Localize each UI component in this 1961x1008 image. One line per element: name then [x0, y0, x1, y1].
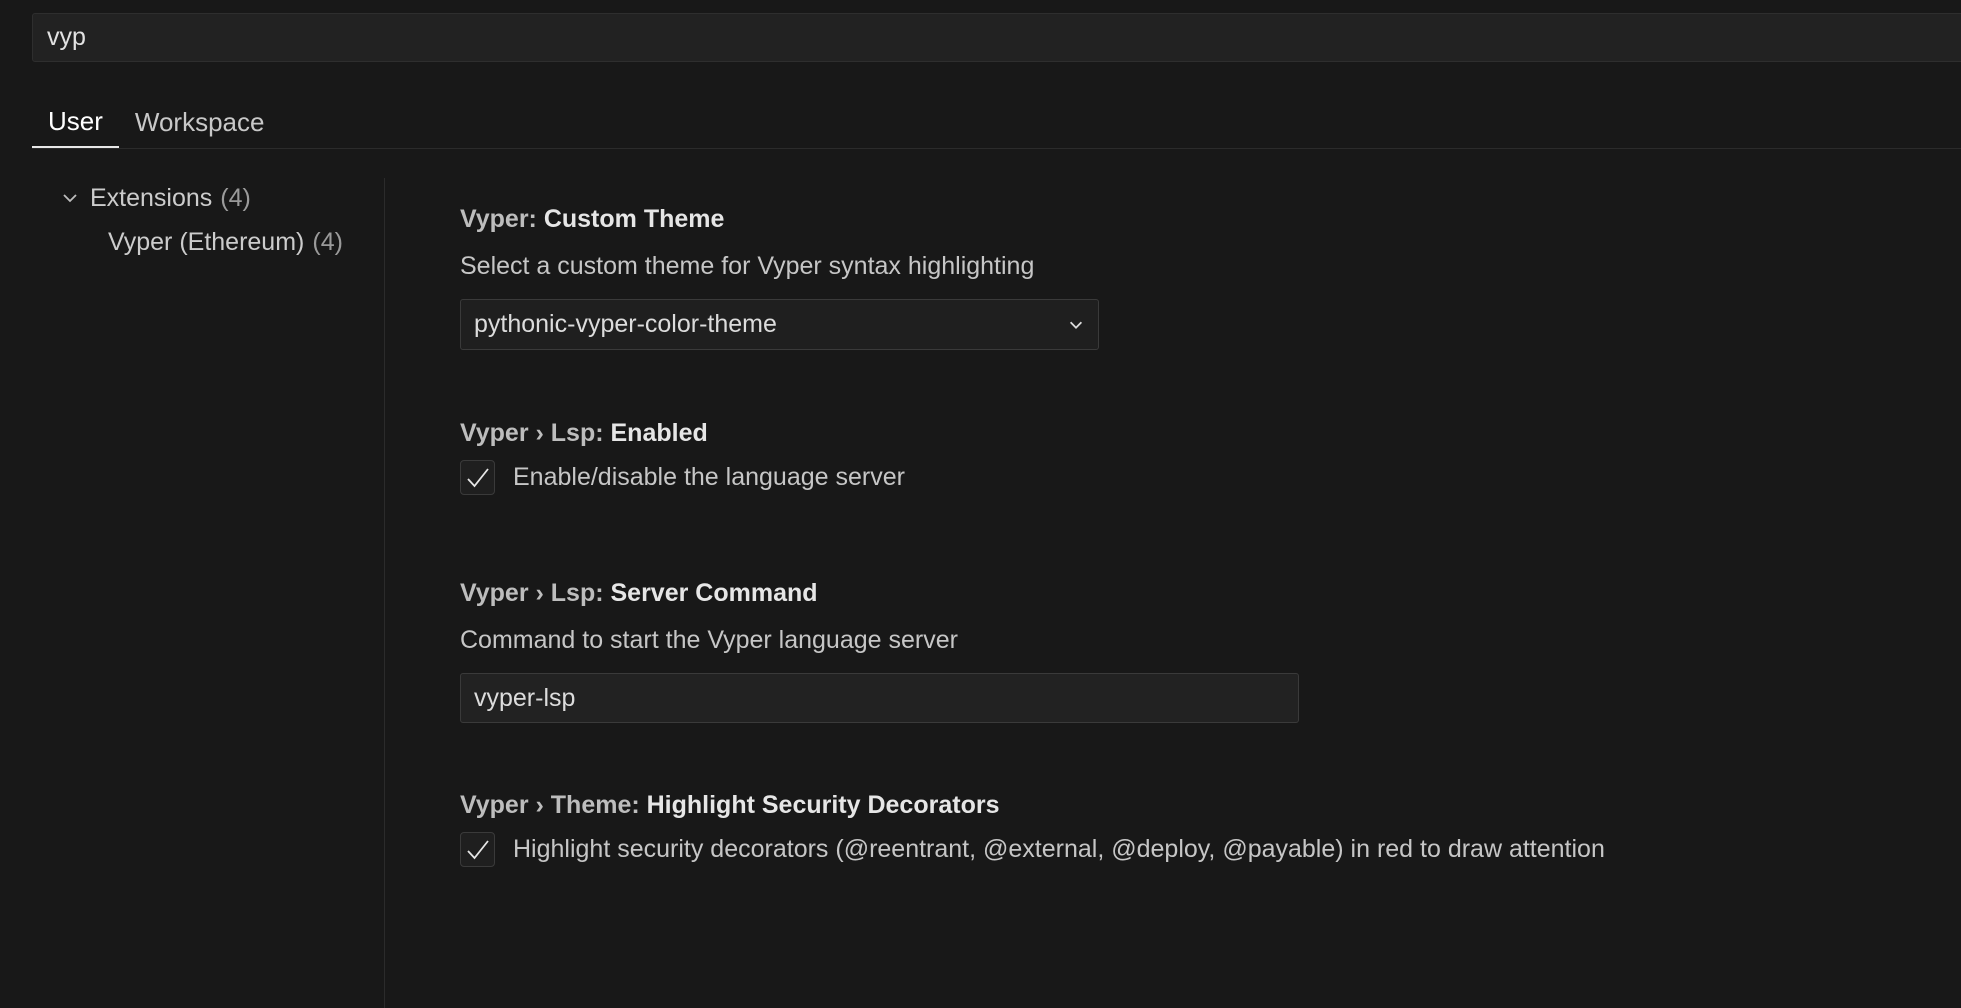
- setting-category: Vyper:: [460, 205, 544, 233]
- setting-title: Vyper: Custom Theme: [460, 205, 1099, 234]
- setting-name: Server Command: [610, 579, 818, 607]
- setting-name: Enabled: [610, 419, 708, 447]
- setting-highlight-security: Vyper › Theme: Highlight Security Decora…: [460, 791, 1605, 867]
- settings-editor: User Workspace Extensions (4) Vyper (Eth…: [0, 0, 1961, 1008]
- settings-search-box[interactable]: [32, 13, 1961, 62]
- toc-divider: [384, 178, 385, 1008]
- lsp-enabled-checkbox[interactable]: [460, 460, 495, 495]
- checkbox-label: Enable/disable the language server: [513, 463, 905, 491]
- checkbox-row: Enable/disable the language server: [460, 460, 905, 495]
- setting-description: Select a custom theme for Vyper syntax h…: [460, 252, 1035, 280]
- setting-name: Highlight Security Decorators: [646, 791, 1000, 819]
- input-value: vyper-lsp: [474, 683, 576, 712]
- check-icon: [466, 467, 489, 487]
- setting-title: Vyper › Lsp: Server Command: [460, 579, 1299, 608]
- tab-workspace[interactable]: Workspace: [119, 96, 281, 148]
- tabs-divider: [32, 148, 1961, 149]
- scope-tabs: User Workspace: [32, 96, 280, 149]
- toc-group-label: Extensions: [90, 183, 213, 212]
- custom-theme-select[interactable]: pythonic-vyper-color-theme: [460, 299, 1099, 350]
- setting-category: Vyper › Lsp:: [460, 579, 611, 607]
- setting-title: Vyper › Theme: Highlight Security Decora…: [460, 791, 1605, 820]
- toc-item-extensions[interactable]: Extensions (4): [60, 178, 251, 218]
- checkbox-row: Highlight security decorators (@reentran…: [460, 832, 1605, 867]
- setting-custom-theme: Vyper: Custom Theme Select a custom them…: [460, 205, 1099, 350]
- settings-search-input[interactable]: [47, 14, 1847, 61]
- toc-child-label: Vyper (Ethereum): [108, 227, 305, 256]
- setting-category: Vyper › Lsp:: [460, 419, 611, 447]
- setting-lsp-enabled: Vyper › Lsp: Enabled Enable/disable the …: [460, 419, 905, 495]
- setting-title: Vyper › Lsp: Enabled: [460, 419, 905, 448]
- tab-user[interactable]: User: [32, 96, 119, 148]
- server-command-input[interactable]: vyper-lsp: [460, 673, 1299, 723]
- highlight-security-checkbox[interactable]: [460, 832, 495, 867]
- chevron-down-icon: [63, 194, 77, 203]
- setting-category: Vyper › Theme:: [460, 791, 647, 819]
- checkbox-label: Highlight security decorators (@reentran…: [513, 835, 1605, 863]
- setting-description: Command to start the Vyper language serv…: [460, 626, 958, 654]
- toc-group-count: (4): [220, 183, 251, 212]
- toc-item-vyper[interactable]: Vyper (Ethereum) (4): [108, 222, 343, 262]
- toc-child-count: (4): [312, 227, 343, 256]
- chevron-down-icon: [1069, 321, 1083, 329]
- select-value: pythonic-vyper-color-theme: [474, 310, 777, 338]
- setting-server-command: Vyper › Lsp: Server Command Command to s…: [460, 579, 1299, 723]
- check-icon: [466, 839, 489, 859]
- setting-name: Custom Theme: [543, 205, 725, 233]
